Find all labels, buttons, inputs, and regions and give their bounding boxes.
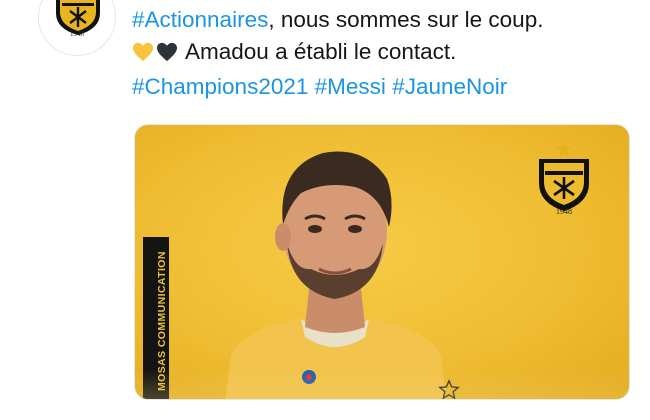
avatar-year: 1948 [70,30,84,38]
profile-avatar[interactable]: 1948 [38,0,116,56]
tweet-text: #Actionnaires, nous sommes sur le coup. … [132,4,642,103]
tweet-line-2-text: Amadou a établi le contact. [185,39,457,64]
image-bottom-fade [135,369,629,399]
hashtag-messi[interactable]: #Messi [315,74,386,99]
tweet-media-image[interactable]: MOSAS COMMUNICATION 1948 [134,124,630,400]
tweet-line-1: #Actionnaires, nous sommes sur le coup. [132,4,642,36]
tweet-line-2: Amadou a établi le contact. [132,36,642,71]
tweet-line-1-text: , nous sommes sur le coup. [268,7,544,32]
badge-year: 1948 [556,207,572,216]
yellow-heart-icon [132,39,154,71]
tweet-line-3: #Champions2021 #Messi #JauneNoir [132,71,642,103]
club-badge-icon [539,141,589,211]
hashtag-champions2021[interactable]: #Champions2021 [132,74,308,99]
hashtag-jaunenoir[interactable]: #JauneNoir [392,74,507,99]
hashtag-link[interactable]: #Actionnaires [132,7,268,32]
player-photo [225,151,447,399]
black-heart-icon [156,39,178,71]
